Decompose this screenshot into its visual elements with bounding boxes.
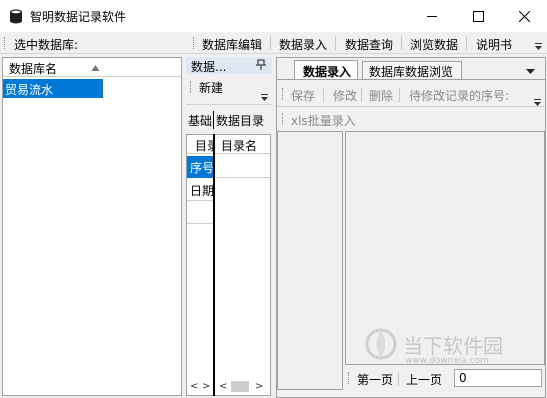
save-button[interactable]: 保存 <box>291 87 315 104</box>
database-icon <box>9 9 23 24</box>
column-header[interactable]: 目录名 <box>215 135 270 154</box>
prev-page-button[interactable]: 上一页 <box>406 371 442 388</box>
column-header[interactable]: 数据库名 <box>3 58 181 77</box>
toolbar-separator <box>401 36 402 50</box>
divider <box>277 106 545 107</box>
window-title: 智明数据记录软件 <box>30 10 127 24</box>
minimize-icon <box>427 15 437 17</box>
dock-panel-title[interactable]: 数据... <box>186 57 272 74</box>
scroll-right-icon[interactable]: > <box>255 381 263 392</box>
first-page-button[interactable]: 第一页 <box>357 371 393 388</box>
pin-icon[interactable] <box>256 59 266 73</box>
delete-button[interactable]: 删除 <box>369 87 393 104</box>
toolbar-overflow-icon[interactable] <box>535 40 543 54</box>
scroll-left-icon[interactable]: < <box>190 381 198 392</box>
new-button[interactable]: 新建 <box>199 79 223 96</box>
watermark-url: www.downxia.com <box>405 356 489 366</box>
dock-panel-title-text: 数据... <box>191 60 227 74</box>
title-bar: 智明数据记录软件 <box>0 0 547 32</box>
column-header-label: 目录 <box>195 139 215 153</box>
catalog-grid-1: 目录 序号 日期 < > <box>186 134 215 396</box>
watermark-logo-icon <box>365 324 397 364</box>
tab-strip-border <box>277 79 545 80</box>
database-list-panel: 数据库名 贸易流水 <box>2 57 182 396</box>
toolbar-grip[interactable] <box>4 37 7 49</box>
minimize-button[interactable] <box>409 0 455 32</box>
panel-overflow-icon[interactable] <box>261 91 269 105</box>
menu-data-query[interactable]: 数据查询 <box>345 36 393 53</box>
divider <box>186 104 272 105</box>
xls-import-button[interactable]: xls批量录入 <box>291 112 356 129</box>
toolbar-separator <box>323 88 324 102</box>
list-item-label: 贸易流水 <box>5 83 54 97</box>
menu-browse-data[interactable]: 浏览数据 <box>410 36 458 53</box>
toolbar-grip[interactable] <box>282 113 285 125</box>
toolbar-separator <box>466 36 467 50</box>
toolbar-separator <box>335 36 336 50</box>
tab-separator <box>213 111 214 129</box>
menu-data-entry[interactable]: 数据录入 <box>279 36 327 53</box>
panel-overflow-icon[interactable] <box>534 96 542 110</box>
scroll-right-icon[interactable]: > <box>202 381 210 392</box>
table-row[interactable]: 序号 <box>187 156 215 178</box>
close-icon <box>518 10 530 22</box>
tab-db-browse[interactable]: 数据库数据浏览 <box>362 61 462 79</box>
menu-manual[interactable]: 说明书 <box>476 36 512 53</box>
toolbar-grip[interactable] <box>282 88 285 100</box>
record-number-label: 待修改记录的序号: <box>409 89 510 103</box>
page-number-value: 0 <box>459 371 467 385</box>
toolbar-separator <box>398 372 399 386</box>
page-number-input[interactable]: 0 <box>454 369 542 387</box>
toolbar-separator <box>399 88 400 102</box>
toolbar-separator <box>361 88 362 102</box>
table-row[interactable] <box>215 156 270 178</box>
toolbar-separator <box>270 36 271 50</box>
catalog-grid-2: 目录名 < > <box>215 134 271 396</box>
tab-basic[interactable]: 基础 <box>188 112 212 129</box>
edit-button[interactable]: 修改 <box>333 87 357 104</box>
toolbar-grip-2[interactable] <box>193 37 196 49</box>
column-header[interactable]: 目录 <box>187 135 215 154</box>
maximize-button[interactable] <box>455 0 501 32</box>
tab-data-entry[interactable]: 数据录入 <box>294 60 358 79</box>
watermark-text: 当下软件园 <box>403 334 503 358</box>
scroll-left-icon[interactable]: < <box>219 381 227 392</box>
main-toolbar: 选中数据库: 数据库编辑 数据录入 数据查询 浏览数据 说明书 <box>0 32 547 54</box>
table-cell: 日期 <box>190 184 215 198</box>
selected-db-label: 选中数据库: <box>14 38 79 52</box>
menu-db-edit[interactable]: 数据库编辑 <box>202 36 262 53</box>
table-row[interactable]: 日期 <box>187 178 215 201</box>
table-row[interactable] <box>187 201 215 224</box>
tab-label: 数据录入 <box>303 65 352 79</box>
toolbar-grip[interactable] <box>190 81 193 93</box>
tab-label: 数据库数据浏览 <box>369 65 454 79</box>
table-cell: 序号 <box>190 161 215 175</box>
horizontal-scrollbar-thumb[interactable] <box>231 381 249 392</box>
sort-ascending-icon <box>91 61 100 75</box>
maximize-icon <box>472 10 484 22</box>
column-header-label: 目录名 <box>221 139 258 153</box>
close-button[interactable] <box>501 0 547 32</box>
field-list-pane <box>277 131 343 390</box>
tab-data-catalog[interactable]: 数据目录 <box>216 112 264 129</box>
list-item[interactable]: 贸易流水 <box>3 79 103 98</box>
tab-list-dropdown-icon[interactable] <box>526 64 535 78</box>
toolbar-grip[interactable] <box>348 372 351 384</box>
column-header-label: 数据库名 <box>9 62 58 76</box>
